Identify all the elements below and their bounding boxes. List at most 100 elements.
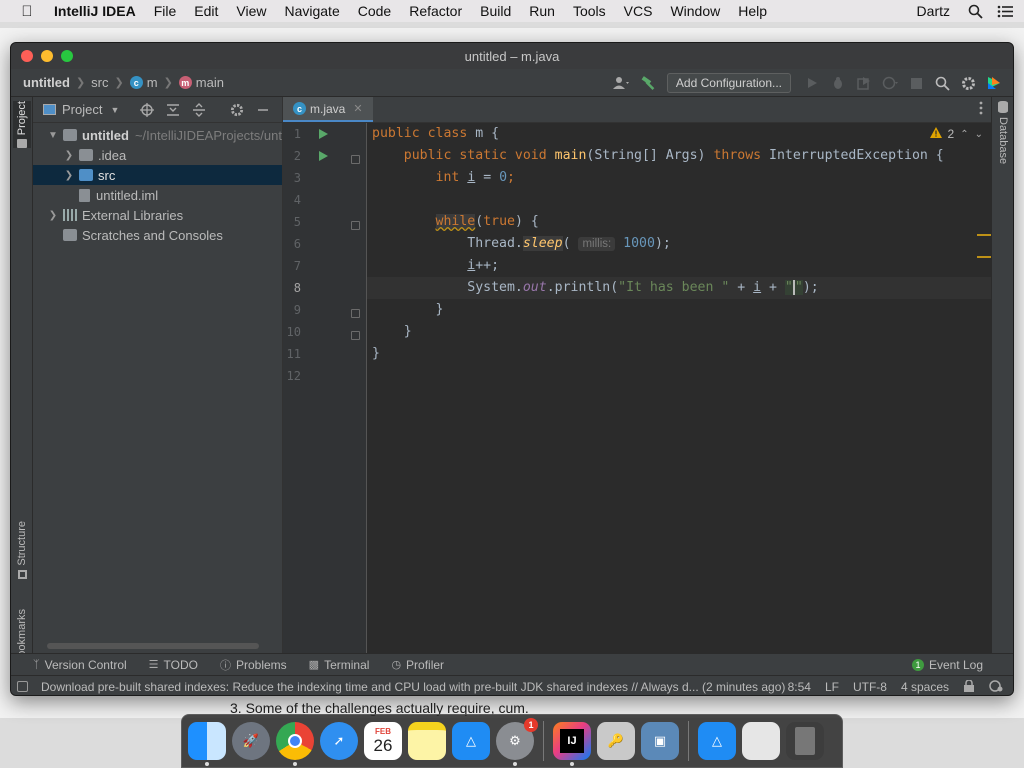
- tool-window-terminal[interactable]: ▩ Terminal: [309, 658, 370, 672]
- debug-icon[interactable]: [827, 72, 849, 94]
- locate-file-icon[interactable]: [136, 99, 158, 121]
- dock-app-store-downloads-icon[interactable]: △: [698, 722, 736, 760]
- warning-stripe-marker[interactable]: [977, 234, 991, 236]
- chevron-right-icon[interactable]: ❯: [63, 150, 75, 161]
- file-encoding[interactable]: UTF-8: [853, 680, 887, 694]
- menu-file[interactable]: File: [145, 3, 186, 19]
- dock-safari-icon[interactable]: ➚: [320, 722, 358, 760]
- menu-window[interactable]: Window: [661, 3, 729, 19]
- breadcrumb-class[interactable]: cm: [129, 75, 158, 90]
- control-center-icon[interactable]: [994, 0, 1016, 22]
- profiler-icon[interactable]: [879, 72, 901, 94]
- window-close-button[interactable]: [21, 50, 33, 62]
- code-area[interactable]: public class m { public static void main…: [367, 123, 993, 653]
- jetbrains-toolbox-icon[interactable]: [983, 72, 1005, 94]
- line-separator[interactable]: LF: [825, 680, 839, 694]
- menu-view[interactable]: View: [227, 3, 275, 19]
- menubar-user[interactable]: Dartz: [917, 3, 950, 19]
- breadcrumb-method[interactable]: m main: [178, 75, 224, 90]
- dock-notes-icon[interactable]: [408, 722, 446, 760]
- dock-system-preferences-icon[interactable]: ⚙ 1: [496, 718, 538, 766]
- dock-calendar-icon[interactable]: FEB 26: [364, 722, 402, 760]
- previous-highlight-icon[interactable]: ⌃: [960, 129, 968, 140]
- dock-app-store-icon[interactable]: △: [452, 722, 490, 760]
- dock-launchpad-icon[interactable]: 🚀: [232, 722, 270, 760]
- menu-edit[interactable]: Edit: [185, 3, 227, 19]
- fold-marker-icon[interactable]: [351, 155, 360, 164]
- panel-options-gear-icon[interactable]: [226, 99, 248, 121]
- more-tabs-icon[interactable]: [979, 101, 983, 120]
- tree-item-idea[interactable]: ❯ .idea: [33, 145, 282, 165]
- coverage-icon[interactable]: [853, 72, 875, 94]
- editor-tab-m-java[interactable]: c m.java ✕: [283, 97, 373, 122]
- dock-intellij-idea-icon[interactable]: IJ: [553, 722, 591, 766]
- window-zoom-button[interactable]: [61, 50, 73, 62]
- menu-app-name[interactable]: IntelliJ IDEA: [52, 3, 145, 19]
- menu-help[interactable]: Help: [729, 3, 776, 19]
- run-main-gutter-icon[interactable]: [319, 151, 328, 161]
- spotlight-search-icon[interactable]: [964, 0, 986, 22]
- caret-position[interactable]: 8:54: [788, 680, 811, 694]
- breadcrumb-src[interactable]: src: [91, 75, 108, 90]
- tree-item-external-libraries[interactable]: ❯ External Libraries: [33, 205, 282, 225]
- tool-window-version-control[interactable]: ᛉ Version Control: [33, 658, 127, 672]
- chevron-right-icon[interactable]: ❯: [63, 170, 75, 181]
- chevron-down-icon[interactable]: ▼: [47, 130, 59, 141]
- next-highlight-icon[interactable]: ⌄: [975, 129, 983, 140]
- inspection-widget[interactable]: 2 ⌃ ⌄: [929, 127, 983, 141]
- lock-icon[interactable]: [963, 678, 975, 695]
- close-tab-icon[interactable]: ✕: [353, 102, 362, 115]
- menu-tools[interactable]: Tools: [564, 3, 615, 19]
- tree-item-scratches[interactable]: Scratches and Consoles: [33, 225, 282, 245]
- warning-stripe-marker[interactable]: [977, 256, 991, 258]
- build-hammer-icon[interactable]: [637, 72, 659, 94]
- dock-folder-icon[interactable]: [742, 722, 780, 760]
- tool-window-structure-tab[interactable]: Structure: [13, 521, 31, 579]
- add-configuration-button[interactable]: Add Configuration...: [666, 73, 791, 93]
- dock-chrome-icon[interactable]: [276, 722, 314, 766]
- tree-item-src[interactable]: ❯ src: [33, 165, 282, 185]
- tool-window-event-log[interactable]: 1 Event Log: [911, 654, 983, 676]
- menu-run[interactable]: Run: [520, 3, 564, 19]
- status-message[interactable]: Download pre-built shared indexes: Reduc…: [41, 680, 785, 694]
- menu-build[interactable]: Build: [471, 3, 520, 19]
- vcs-user-icon[interactable]: [611, 72, 633, 94]
- fold-marker-icon[interactable]: [351, 221, 360, 230]
- run-icon[interactable]: [801, 72, 823, 94]
- indent-setting[interactable]: 4 spaces: [901, 680, 949, 694]
- tool-window-todo[interactable]: ☰ TODO: [149, 658, 198, 672]
- menu-code[interactable]: Code: [349, 3, 400, 19]
- expand-all-icon[interactable]: [162, 99, 184, 121]
- tool-window-database-tab[interactable]: Database: [994, 101, 1012, 164]
- chevron-right-icon[interactable]: ❯: [47, 210, 59, 221]
- macos-menubar:  IntelliJ IDEA File Edit View Navigate …: [0, 0, 1024, 22]
- apple-menu-icon[interactable]: : [16, 3, 38, 20]
- tool-windows-toggle-icon[interactable]: [17, 681, 28, 692]
- dock-preview-icon[interactable]: ▣: [641, 722, 679, 760]
- project-view-selector[interactable]: Project ▼: [43, 102, 119, 117]
- memory-indicator-icon[interactable]: [989, 679, 1003, 695]
- stop-icon[interactable]: [905, 72, 927, 94]
- tool-window-project-tab[interactable]: Project: [13, 101, 31, 149]
- fold-marker-icon[interactable]: [351, 309, 360, 318]
- menu-navigate[interactable]: Navigate: [275, 3, 348, 19]
- dock-trash-icon[interactable]: [786, 722, 824, 760]
- menu-refactor[interactable]: Refactor: [400, 3, 471, 19]
- breadcrumb-project[interactable]: untitled: [23, 75, 70, 90]
- line-number: 3: [293, 171, 301, 185]
- collapse-all-icon[interactable]: [188, 99, 210, 121]
- search-everywhere-icon[interactable]: [931, 72, 953, 94]
- run-class-gutter-icon[interactable]: [319, 129, 328, 139]
- dock-finder-icon[interactable]: [188, 722, 226, 766]
- tree-item-root[interactable]: ▼ untitled ~/IntelliJIDEAProjects/unt: [33, 125, 282, 145]
- tool-window-profiler[interactable]: ◷ Profiler: [391, 658, 444, 672]
- settings-gear-icon[interactable]: [957, 72, 979, 94]
- fold-marker-icon[interactable]: [351, 331, 360, 340]
- tool-window-problems[interactable]: ⓘ Problems: [220, 657, 287, 673]
- project-horizontal-scrollbar[interactable]: [47, 643, 259, 649]
- window-minimize-button[interactable]: [41, 50, 53, 62]
- hide-panel-icon[interactable]: [252, 99, 274, 121]
- dock-keychain-access-icon[interactable]: 🔑: [597, 722, 635, 760]
- tree-item-iml[interactable]: untitled.iml: [33, 185, 282, 205]
- menu-vcs[interactable]: VCS: [615, 3, 662, 19]
